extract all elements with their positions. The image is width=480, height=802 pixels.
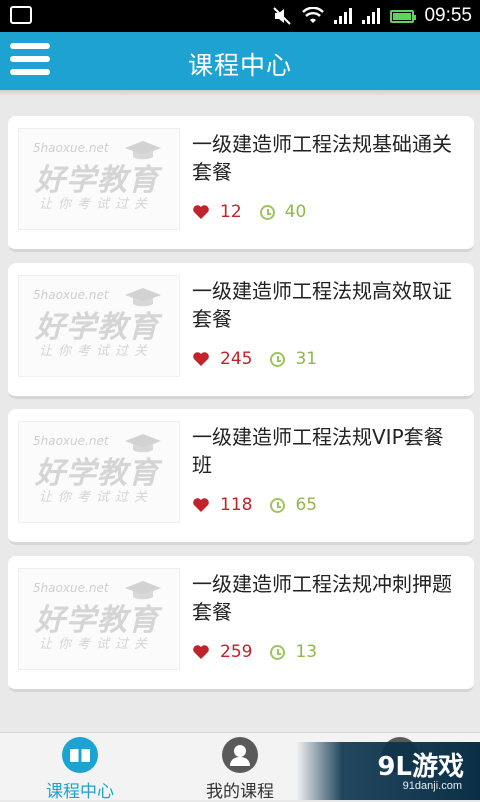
heart-icon xyxy=(193,352,209,366)
book-icon xyxy=(62,737,98,773)
wifi-icon xyxy=(302,7,325,23)
clock-icon xyxy=(270,351,286,367)
course-stats: 245 31 xyxy=(192,347,317,371)
tab-label: 课程中心 xyxy=(46,782,114,802)
course-stats: 259 13 xyxy=(192,640,317,664)
like-count: 12 xyxy=(220,202,242,222)
status-bar: 09:55 xyxy=(0,0,480,32)
course-thumbnail: 5haoxue.net 好学教育 让你考试过关 xyxy=(18,421,180,523)
like-count: 245 xyxy=(220,349,253,369)
watermark-url: 91danji.com xyxy=(402,780,462,792)
course-title: 一级建造师工程法规基础通关套餐 xyxy=(192,132,452,184)
like-count: 118 xyxy=(220,495,253,515)
signal-icon xyxy=(334,8,353,24)
site-watermark: 9L游戏 91danji.com xyxy=(296,742,480,800)
course-thumbnail: 5haoxue.net 好学教育 让你考试过关 xyxy=(18,128,180,230)
duration-value: 13 xyxy=(295,642,318,662)
thumb-slogan: 让你考试过关 xyxy=(39,344,154,359)
course-card[interactable]: 5haoxue.net 好学教育 让你考试过关 一级建造师工程法规基础通关套餐 … xyxy=(8,116,474,252)
user-icon xyxy=(222,737,258,773)
heart-icon xyxy=(193,205,209,219)
page-title: 课程中心 xyxy=(187,51,292,80)
thumb-site: 5haoxue.net xyxy=(33,434,109,448)
thumb-site: 5haoxue.net xyxy=(33,141,109,155)
course-thumbnail: 5haoxue.net 好学教育 让你考试过关 xyxy=(18,275,180,377)
course-card[interactable]: 5haoxue.net 好学教育 让你考试过关 一级建造师工程法规冲刺押题套餐 … xyxy=(8,556,474,692)
thumb-slogan: 让你考试过关 xyxy=(39,490,154,505)
thumb-slogan: 让你考试过关 xyxy=(39,637,154,652)
mute-icon xyxy=(273,7,292,25)
thumb-site: 5haoxue.net xyxy=(33,288,109,302)
duration-value: 65 xyxy=(295,495,318,515)
image-notification-icon xyxy=(10,6,32,24)
course-stats: 118 65 xyxy=(192,493,317,517)
course-thumbnail: 5haoxue.net 好学教育 让你考试过关 xyxy=(18,568,180,670)
clock-icon xyxy=(270,644,286,660)
duration-value: 31 xyxy=(295,349,318,369)
course-stats: 12 40 xyxy=(192,200,306,224)
tab-course-center[interactable]: 课程中心 xyxy=(0,733,160,802)
clock-time: 09:55 xyxy=(424,5,472,26)
heart-icon xyxy=(193,498,209,512)
header-shadow xyxy=(0,90,480,96)
status-icons: 09:55 xyxy=(272,4,472,28)
course-title: 一级建造师工程法规冲刺押题套餐 xyxy=(192,572,452,624)
thumb-site: 5haoxue.net xyxy=(33,581,109,595)
watermark-logo: 9L游戏 xyxy=(377,752,464,782)
thumb-slogan: 让你考试过关 xyxy=(39,197,154,212)
clock-icon xyxy=(259,204,275,220)
like-count: 259 xyxy=(220,642,253,662)
course-title: 一级建造师工程法规高效取证套餐 xyxy=(192,279,452,331)
course-card[interactable]: 5haoxue.net 好学教育 让你考试过关 一级建造师工程法规高效取证套餐 … xyxy=(8,263,474,399)
app-header: 课程中心 xyxy=(0,32,480,90)
duration-value: 40 xyxy=(284,202,307,222)
course-title: 一级建造师工程法规VIP套餐班 xyxy=(192,425,444,477)
battery-icon xyxy=(390,9,417,23)
signal-icon xyxy=(362,8,381,24)
course-card[interactable]: 5haoxue.net 好学教育 让你考试过关 一级建造师工程法规VIP套餐班 … xyxy=(8,409,474,545)
heart-icon xyxy=(193,645,209,659)
clock-icon xyxy=(270,497,286,513)
